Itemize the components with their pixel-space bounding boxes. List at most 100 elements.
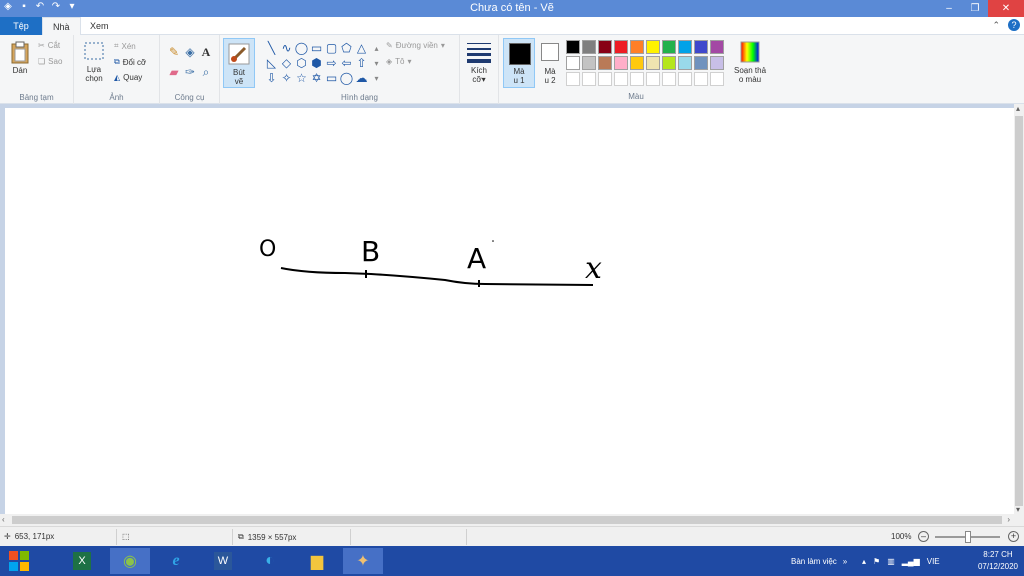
- zoom-in-icon[interactable]: +: [1008, 531, 1019, 542]
- polygon-shape-icon[interactable]: ⬠: [339, 41, 354, 56]
- palette-swatch[interactable]: [710, 56, 724, 70]
- custom-color-slot[interactable]: [694, 72, 708, 86]
- scroll-down-arrow-icon[interactable]: ▾: [1016, 505, 1020, 514]
- taskbar-coccoc[interactable]: ◉: [110, 548, 150, 574]
- palette-swatch[interactable]: [598, 56, 612, 70]
- taskbar-ie[interactable]: e: [156, 548, 196, 574]
- palette-swatch[interactable]: [630, 40, 644, 54]
- start-button[interactable]: [2, 548, 36, 574]
- oval-shape-icon[interactable]: ◯: [294, 41, 309, 56]
- zoom-out-icon[interactable]: –: [918, 531, 929, 542]
- custom-color-slot[interactable]: [566, 72, 580, 86]
- fill-icon[interactable]: ◈: [182, 45, 198, 65]
- diamond-shape-icon[interactable]: ◇: [279, 56, 294, 71]
- tab-home[interactable]: Nhà: [42, 17, 81, 35]
- close-button[interactable]: ✕: [988, 0, 1024, 17]
- custom-color-slot[interactable]: [678, 72, 692, 86]
- restore-button[interactable]: ❐: [962, 0, 988, 17]
- palette-swatch[interactable]: [678, 40, 692, 54]
- palette-swatch[interactable]: [694, 40, 708, 54]
- hexagon-shape-icon[interactable]: ⬢: [309, 56, 324, 71]
- custom-color-slot[interactable]: [646, 72, 660, 86]
- taskbar-word[interactable]: W: [203, 548, 243, 574]
- right-triangle-shape-icon[interactable]: ◺: [264, 56, 279, 71]
- custom-color-slot[interactable]: [582, 72, 596, 86]
- tab-view[interactable]: Xem: [80, 17, 119, 35]
- tab-file[interactable]: Tệp: [0, 17, 42, 35]
- vertical-scroll-thumb[interactable]: [1015, 116, 1023, 506]
- palette-swatch[interactable]: [614, 40, 628, 54]
- palette-swatch[interactable]: [582, 40, 596, 54]
- language-indicator[interactable]: VIE: [927, 557, 940, 566]
- network-icon[interactable]: ▥: [887, 557, 895, 566]
- text-icon[interactable]: A: [198, 45, 214, 65]
- palette-swatch[interactable]: [662, 56, 676, 70]
- edit-colors-button[interactable]: Soạn thả o màu: [730, 40, 770, 84]
- four-point-star-icon[interactable]: ✧: [279, 71, 294, 86]
- left-arrow-shape-icon[interactable]: ⇦: [339, 56, 354, 71]
- triangle-shape-icon[interactable]: △: [354, 41, 369, 56]
- six-point-star-icon[interactable]: ✡: [309, 71, 324, 86]
- clock[interactable]: 8:27 CH 07/12/2020: [978, 549, 1018, 573]
- rect-callout-icon[interactable]: ▭: [324, 71, 339, 86]
- line-shape-icon[interactable]: ╲: [264, 41, 279, 56]
- palette-swatch[interactable]: [662, 40, 676, 54]
- scroll-right-arrow-icon[interactable]: ›: [1007, 515, 1010, 524]
- rounded-rectangle-shape-icon[interactable]: ▢: [324, 41, 339, 56]
- resize-button[interactable]: ⧉ Đổi cỡ: [114, 57, 146, 67]
- custom-color-slot[interactable]: [614, 72, 628, 86]
- outline-button[interactable]: ✎ Đường viền ▾: [386, 41, 445, 50]
- cut-button[interactable]: ✂ Cắt: [38, 41, 60, 50]
- magnifier-icon[interactable]: ⌕: [198, 65, 214, 85]
- help-icon[interactable]: ?: [1008, 19, 1020, 31]
- zoom-slider-thumb[interactable]: [965, 531, 971, 543]
- cloud-callout-icon[interactable]: ☁: [354, 71, 369, 86]
- custom-color-slot[interactable]: [710, 72, 724, 86]
- color2-button[interactable]: Mà u 2: [538, 67, 562, 85]
- palette-swatch[interactable]: [566, 40, 580, 54]
- flag-icon[interactable]: ⚑: [873, 557, 880, 566]
- oval-callout-icon[interactable]: ◯: [339, 71, 354, 86]
- show-hidden-icons-icon[interactable]: ▴: [862, 557, 866, 566]
- palette-swatch[interactable]: [598, 40, 612, 54]
- palette-swatch[interactable]: [694, 56, 708, 70]
- palette-swatch[interactable]: [646, 40, 660, 54]
- custom-color-slot[interactable]: [598, 72, 612, 86]
- drawing-canvas[interactable]: O B A x: [5, 108, 1014, 514]
- up-arrow-shape-icon[interactable]: ⇧: [354, 56, 369, 71]
- collapse-ribbon-icon[interactable]: ⌃: [992, 20, 1000, 31]
- color-picker-icon[interactable]: ✑: [182, 65, 198, 85]
- taskbar-explorer[interactable]: ▆: [297, 548, 337, 574]
- brushes-button[interactable]: Bút vẽ: [223, 38, 255, 88]
- palette-swatch[interactable]: [710, 40, 724, 54]
- color2-swatch[interactable]: [541, 43, 559, 61]
- palette-swatch[interactable]: [566, 56, 580, 70]
- down-arrow-shape-icon[interactable]: ⇩: [264, 71, 279, 86]
- fill-button[interactable]: ◈ Tô ▾: [386, 57, 412, 66]
- color1-button[interactable]: Mà u 1: [503, 38, 535, 88]
- custom-color-slot[interactable]: [630, 72, 644, 86]
- desktop-toolbar[interactable]: Bàn làm việc»: [791, 546, 847, 576]
- signal-icon[interactable]: ▂▄▆: [902, 557, 920, 566]
- palette-swatch[interactable]: [678, 56, 692, 70]
- pencil-icon[interactable]: ✎: [166, 45, 182, 65]
- scroll-up-icon[interactable]: ▴: [369, 41, 384, 56]
- rectangle-shape-icon[interactable]: ▭: [309, 41, 324, 56]
- horizontal-scrollbar[interactable]: ‹ ›: [0, 514, 1014, 526]
- scroll-left-arrow-icon[interactable]: ‹: [2, 515, 5, 524]
- pentagon-shape-icon[interactable]: ⬡: [294, 56, 309, 71]
- scroll-up-arrow-icon[interactable]: ▴: [1016, 104, 1020, 113]
- right-arrow-shape-icon[interactable]: ⇨: [324, 56, 339, 71]
- custom-color-slot[interactable]: [662, 72, 676, 86]
- palette-swatch[interactable]: [614, 56, 628, 70]
- rotate-button[interactable]: ◭ Quay: [114, 73, 142, 82]
- crop-button[interactable]: ⌗ Xén: [114, 41, 136, 51]
- curve-shape-icon[interactable]: ∿: [279, 41, 294, 56]
- scroll-down-icon[interactable]: ▾: [369, 56, 384, 71]
- paste-button[interactable]: Dán: [6, 40, 34, 75]
- eraser-icon[interactable]: ▰: [166, 65, 182, 85]
- size-button[interactable]: Kích cỡ▾: [463, 40, 495, 84]
- more-shapes-icon[interactable]: ▾: [369, 71, 384, 86]
- select-button[interactable]: Lựa chọn: [80, 41, 108, 83]
- palette-swatch[interactable]: [630, 56, 644, 70]
